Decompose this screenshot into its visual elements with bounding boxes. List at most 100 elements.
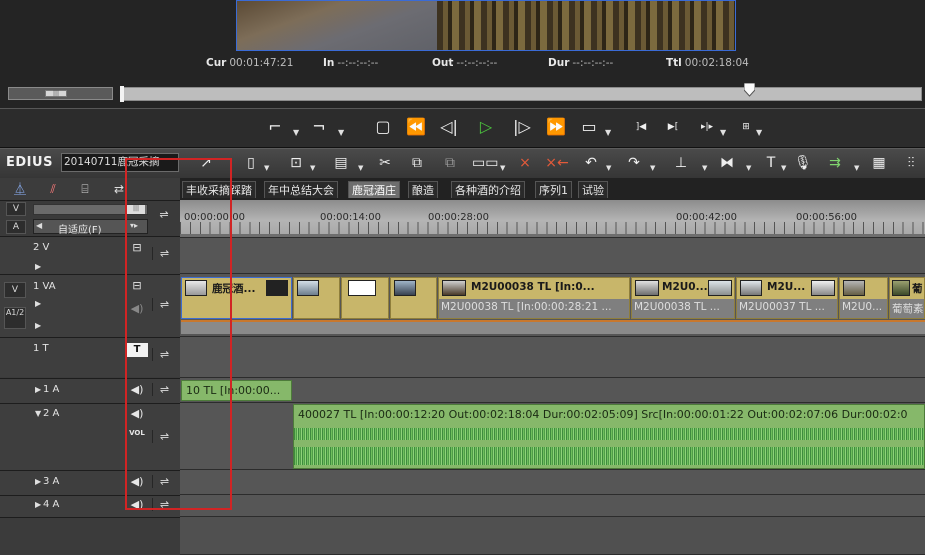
set-in-icon[interactable]: ⌐ bbox=[268, 116, 282, 138]
preview-image-trees bbox=[437, 1, 735, 50]
clip-sub-label: M2U00037 TL ... bbox=[739, 301, 825, 313]
save-icon[interactable]: ▤ bbox=[333, 153, 349, 173]
add-edit-icon[interactable]: ⊥ bbox=[670, 153, 692, 173]
insert-overwrite-icon[interactable]: ⊞ bbox=[737, 116, 755, 138]
position-start-marker bbox=[120, 86, 124, 102]
position-bar[interactable] bbox=[120, 87, 922, 101]
transition-dropdown-icon[interactable]: ▼ bbox=[746, 164, 751, 172]
loop-icon[interactable]: ▭ bbox=[578, 116, 600, 138]
paste-icon[interactable]: ⧉ bbox=[440, 153, 460, 173]
ripple-mode-icon[interactable]: ⫽ bbox=[42, 181, 64, 197]
voice-over-icon[interactable]: 🎙 bbox=[794, 153, 812, 173]
settings-sliders-icon[interactable]: ⫶⫶ bbox=[900, 153, 922, 173]
expand-4a-icon[interactable]: ▶ bbox=[35, 500, 41, 509]
save-dropdown-icon[interactable]: ▼ bbox=[358, 164, 363, 172]
track-row-2v[interactable] bbox=[180, 238, 925, 274]
expand-2v-icon[interactable]: ▶ bbox=[35, 262, 41, 271]
match-frame-dropdown-icon[interactable]: ▼ bbox=[720, 128, 726, 137]
fit-left-arrow-icon[interactable]: ◀ bbox=[36, 221, 42, 230]
audio-target-1va[interactable]: A1/2 bbox=[4, 307, 26, 329]
a-lock-icon[interactable]: A bbox=[6, 220, 26, 234]
fast-forward-icon[interactable]: ⏩ bbox=[541, 116, 571, 138]
video-clip-m2u-1[interactable]: M2U0... M2U00038 TL ... bbox=[631, 277, 735, 319]
jump-in-icon[interactable]: ]◀ bbox=[628, 116, 654, 138]
track-name-2v: 2 V bbox=[33, 242, 50, 253]
track-row-1t[interactable] bbox=[180, 337, 925, 378]
fit-label: 自适应(F) bbox=[58, 225, 102, 236]
export-icon[interactable]: ⇉ bbox=[822, 153, 848, 173]
collapse-2a-icon[interactable]: ▼ bbox=[35, 409, 41, 418]
clip-lower bbox=[391, 299, 436, 318]
clip-thumbnail bbox=[442, 280, 466, 296]
tab-midyear[interactable]: 年中总结大会 bbox=[264, 181, 338, 198]
track-row-3a[interactable] bbox=[180, 470, 925, 495]
clip-lower bbox=[342, 299, 388, 318]
redo-icon[interactable]: ↷ bbox=[625, 153, 643, 173]
shuttle-thumb[interactable]: ||| bbox=[45, 90, 67, 97]
undo-dropdown-icon[interactable]: ▼ bbox=[606, 164, 611, 172]
match-frame-icon[interactable]: ▸|▸ bbox=[695, 116, 719, 138]
step-forward-icon[interactable]: |▷ bbox=[510, 116, 534, 138]
mixer-icon[interactable]: ⌸ bbox=[74, 181, 96, 197]
video-clip-4[interactable] bbox=[390, 277, 437, 319]
rewind-icon[interactable]: ⏪ bbox=[402, 116, 430, 138]
storyboard-dropdown-icon[interactable]: ▼ bbox=[500, 164, 505, 172]
clip-sub-label: M2U0... bbox=[842, 301, 883, 313]
tab-wine-intro[interactable]: 各种酒的介绍 bbox=[451, 181, 525, 198]
storyboard-icon[interactable]: ▭▭ bbox=[472, 153, 498, 173]
export-dropdown-icon[interactable]: ▼ bbox=[854, 164, 859, 172]
video-clip-m2u-3[interactable]: M2U0... bbox=[839, 277, 888, 319]
edius-logo: EDIUS bbox=[6, 155, 53, 170]
play-icon[interactable]: ▷ bbox=[474, 116, 498, 138]
video-clip-3[interactable] bbox=[341, 277, 389, 319]
playhead-marker-icon[interactable] bbox=[744, 83, 755, 97]
v-lock-icon[interactable]: V bbox=[6, 202, 26, 216]
video-clip-2[interactable] bbox=[293, 277, 340, 319]
new-sequence-dropdown-icon[interactable]: ▼ bbox=[264, 164, 269, 172]
track-name-3a: 3 A bbox=[43, 476, 60, 487]
tab-test[interactable]: 试验 bbox=[578, 181, 608, 198]
clip-sub-label: M2U00038 TL [In:00:00:28:21 ... bbox=[441, 301, 612, 313]
transition-icon[interactable]: ⧓ bbox=[714, 153, 740, 173]
open-project-dropdown-icon[interactable]: ▼ bbox=[310, 164, 315, 172]
delete-icon[interactable]: × bbox=[513, 153, 537, 173]
set-in-dropdown-icon[interactable]: ▼ bbox=[293, 128, 299, 137]
cut-icon[interactable]: ✂ bbox=[375, 153, 395, 173]
tab-brewing[interactable]: 酿造 bbox=[408, 181, 438, 198]
clip-label: 葡 bbox=[912, 283, 923, 295]
jump-out-icon[interactable]: ▶[ bbox=[660, 116, 686, 138]
edius-window: { "app": {"logo": "EDIUS", "project_name… bbox=[0, 0, 925, 555]
track-row-4a[interactable] bbox=[180, 495, 925, 517]
video-clip-grape[interactable]: 葡 葡萄素 bbox=[889, 277, 925, 319]
title-tool-dropdown-icon[interactable]: ▼ bbox=[781, 164, 786, 172]
set-out-icon[interactable]: ¬ bbox=[312, 116, 326, 138]
audio-clip-2a[interactable]: 400027 TL [In:00:00:12:20 Out:00:02:18:0… bbox=[293, 404, 925, 469]
video-target-icon[interactable]: V bbox=[4, 282, 26, 298]
new-sequence-icon[interactable]: ▯ bbox=[243, 153, 259, 173]
sync-lock-icon[interactable]: ⏅ bbox=[9, 181, 31, 197]
layout-icon[interactable]: ▦ bbox=[868, 153, 890, 173]
expand-1va-audio-icon[interactable]: ▶ bbox=[35, 321, 41, 330]
title-tool-icon[interactable]: T bbox=[762, 153, 780, 173]
add-edit-dropdown-icon[interactable]: ▼ bbox=[702, 164, 707, 172]
loop-dropdown-icon[interactable]: ▼ bbox=[605, 128, 611, 137]
expand-1va-icon[interactable]: ▶ bbox=[35, 299, 41, 308]
video-clip-main[interactable]: M2U00038 TL [In:0... M2U00038 TL [In:00:… bbox=[438, 277, 630, 319]
redo-dropdown-icon[interactable]: ▼ bbox=[650, 164, 655, 172]
track-row-empty bbox=[180, 517, 925, 555]
stop-button-icon[interactable]: ▢ bbox=[374, 116, 392, 138]
copy-icon[interactable]: ⧉ bbox=[408, 153, 426, 173]
set-out-dropdown-icon[interactable]: ▼ bbox=[338, 128, 344, 137]
ripple-delete-icon[interactable]: ×← bbox=[545, 153, 569, 173]
video-clip-m2u-2[interactable]: M2U... M2U00037 TL ... bbox=[736, 277, 838, 319]
track-name-1t: 1 T bbox=[33, 343, 49, 354]
expand-1a-icon[interactable]: ▶ bbox=[35, 385, 41, 394]
undo-icon[interactable]: ↶ bbox=[582, 153, 600, 173]
insert-overwrite-dropdown-icon[interactable]: ▼ bbox=[756, 128, 762, 137]
expand-3a-icon[interactable]: ▶ bbox=[35, 477, 41, 486]
tab-sequence1[interactable]: 序列1 bbox=[535, 181, 572, 198]
timecode-dur: Dur --:--:--:-- bbox=[548, 57, 613, 69]
step-back-icon[interactable]: ◁| bbox=[437, 116, 461, 138]
open-project-icon[interactable]: ⊡ bbox=[286, 153, 306, 173]
tab-luguan[interactable]: 鹿冠酒庄 bbox=[348, 181, 400, 198]
